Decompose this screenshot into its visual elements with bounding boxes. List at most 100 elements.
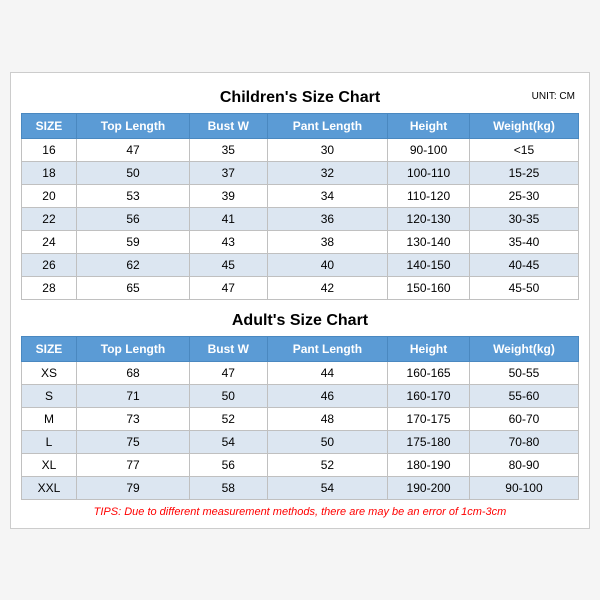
adults-col-height: Height [388, 336, 470, 361]
table-cell: 59 [76, 230, 189, 253]
table-cell: 56 [76, 207, 189, 230]
table-row: 26624540140-15040-45 [22, 253, 579, 276]
table-cell: 40-45 [469, 253, 578, 276]
table-cell: 65 [76, 276, 189, 299]
adults-col-pant-length: Pant Length [267, 336, 388, 361]
table-cell: 48 [267, 407, 388, 430]
children-header-row: SIZE Top Length Bust W Pant Length Heigh… [22, 113, 579, 138]
table-cell: 39 [190, 184, 268, 207]
table-cell: 28 [22, 276, 77, 299]
table-cell: 50-55 [469, 361, 578, 384]
table-cell: 77 [76, 453, 189, 476]
table-cell: XXL [22, 476, 77, 499]
table-cell: XL [22, 453, 77, 476]
adults-table: SIZE Top Length Bust W Pant Length Heigh… [21, 336, 579, 500]
children-col-pant-length: Pant Length [267, 113, 388, 138]
table-cell: 150-160 [388, 276, 470, 299]
adults-col-top-length: Top Length [76, 336, 189, 361]
adults-title: Adult's Size Chart [21, 306, 579, 332]
table-cell: 90-100 [388, 138, 470, 161]
children-table: SIZE Top Length Bust W Pant Length Heigh… [21, 113, 579, 300]
table-cell: 26 [22, 253, 77, 276]
table-cell: 35 [190, 138, 268, 161]
children-title-text: Children's Size Chart [220, 89, 380, 106]
table-cell: 30-35 [469, 207, 578, 230]
table-cell: 40 [267, 253, 388, 276]
children-col-size: SIZE [22, 113, 77, 138]
table-cell: L [22, 430, 77, 453]
table-cell: <15 [469, 138, 578, 161]
table-row: 28654742150-16045-50 [22, 276, 579, 299]
table-cell: 73 [76, 407, 189, 430]
table-cell: 52 [190, 407, 268, 430]
table-cell: 160-170 [388, 384, 470, 407]
table-cell: 56 [190, 453, 268, 476]
table-cell: 55-60 [469, 384, 578, 407]
table-cell: 47 [76, 138, 189, 161]
table-cell: 53 [76, 184, 189, 207]
table-cell: 38 [267, 230, 388, 253]
children-col-weight: Weight(kg) [469, 113, 578, 138]
table-cell: 50 [76, 161, 189, 184]
adults-tbody: XS684744160-16550-55S715046160-17055-60M… [22, 361, 579, 499]
table-cell: 50 [267, 430, 388, 453]
table-row: XXL795854190-20090-100 [22, 476, 579, 499]
table-cell: 25-30 [469, 184, 578, 207]
table-cell: 60-70 [469, 407, 578, 430]
table-cell: 50 [190, 384, 268, 407]
adults-header-row: SIZE Top Length Bust W Pant Length Heigh… [22, 336, 579, 361]
table-row: M735248170-17560-70 [22, 407, 579, 430]
table-row: 18503732100-11015-25 [22, 161, 579, 184]
table-cell: 36 [267, 207, 388, 230]
table-cell: 46 [267, 384, 388, 407]
children-col-height: Height [388, 113, 470, 138]
children-col-top-length: Top Length [76, 113, 189, 138]
table-cell: 16 [22, 138, 77, 161]
table-cell: 79 [76, 476, 189, 499]
table-cell: 41 [190, 207, 268, 230]
table-cell: 30 [267, 138, 388, 161]
table-cell: 37 [190, 161, 268, 184]
children-col-bust-w: Bust W [190, 113, 268, 138]
table-cell: 43 [190, 230, 268, 253]
adults-col-bust-w: Bust W [190, 336, 268, 361]
table-cell: 52 [267, 453, 388, 476]
table-cell: 90-100 [469, 476, 578, 499]
table-row: 22564136120-13030-35 [22, 207, 579, 230]
children-title: Children's Size Chart UNIT: CM [21, 83, 579, 109]
unit-label: UNIT: CM [532, 91, 575, 102]
size-chart-container: Children's Size Chart UNIT: CM SIZE Top … [10, 72, 590, 529]
table-cell: 62 [76, 253, 189, 276]
table-cell: 32 [267, 161, 388, 184]
tips-text: TIPS: Due to different measurement metho… [21, 506, 579, 518]
table-cell: 110-120 [388, 184, 470, 207]
adults-col-size: SIZE [22, 336, 77, 361]
adults-col-weight: Weight(kg) [469, 336, 578, 361]
adults-title-text: Adult's Size Chart [232, 312, 368, 329]
table-row: 1647353090-100<15 [22, 138, 579, 161]
table-cell: 42 [267, 276, 388, 299]
table-cell: 45 [190, 253, 268, 276]
table-cell: 100-110 [388, 161, 470, 184]
table-cell: 44 [267, 361, 388, 384]
table-row: XS684744160-16550-55 [22, 361, 579, 384]
table-cell: 18 [22, 161, 77, 184]
table-cell: M [22, 407, 77, 430]
table-cell: 34 [267, 184, 388, 207]
table-cell: 35-40 [469, 230, 578, 253]
table-cell: 130-140 [388, 230, 470, 253]
table-cell: 120-130 [388, 207, 470, 230]
table-cell: 75 [76, 430, 189, 453]
table-cell: 190-200 [388, 476, 470, 499]
table-cell: 47 [190, 276, 268, 299]
table-row: L755450175-18070-80 [22, 430, 579, 453]
table-cell: 68 [76, 361, 189, 384]
table-cell: 45-50 [469, 276, 578, 299]
table-row: 24594338130-14035-40 [22, 230, 579, 253]
table-cell: S [22, 384, 77, 407]
table-cell: 180-190 [388, 453, 470, 476]
table-cell: 70-80 [469, 430, 578, 453]
table-cell: 80-90 [469, 453, 578, 476]
table-cell: 54 [267, 476, 388, 499]
table-row: 20533934110-12025-30 [22, 184, 579, 207]
